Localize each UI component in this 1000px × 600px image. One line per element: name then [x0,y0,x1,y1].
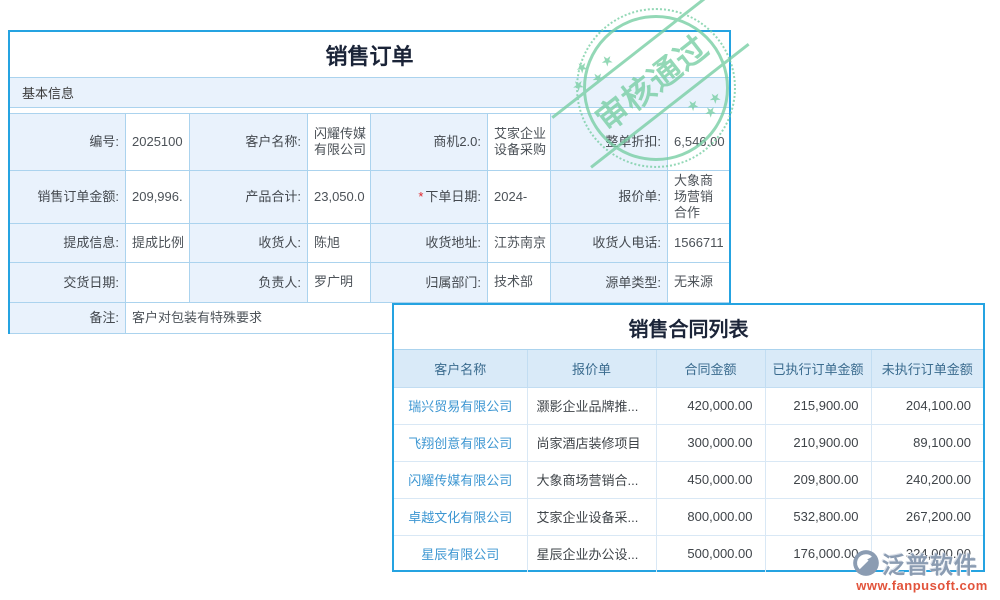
quote-cell: 大象商场营销合... [527,461,656,498]
field-value-commission-info: 提成比例 [126,224,190,263]
contract-amount-cell: 800,000.00 [656,498,765,535]
quote-cell: 灏影企业品牌推... [527,387,656,424]
fanpu-logo-text: 泛普软件 [882,546,978,580]
column-header-contract-amount: 合同金额 [656,350,765,387]
required-asterisk: * [418,189,423,205]
field-value-consignee-phone: 1566711 [668,224,729,263]
fanpu-logo-url: www.fanpusoft.com [852,578,992,593]
field-label-remark: 备注: [10,303,126,334]
field-value-delivery-date [126,263,190,303]
unexecuted-amount-cell: 267,200.00 [871,498,983,535]
field-value-order-discount: 6,546.00 [668,114,729,171]
field-label-delivery-address: 收货地址: [371,224,488,263]
field-label-order-amount: 销售订单金额: [10,171,126,224]
contract-amount-cell: 300,000.00 [656,424,765,461]
field-label-consignee: 收货人: [190,224,308,263]
contract-amount-cell: 450,000.00 [656,461,765,498]
field-value-opportunity: 艾家企业设备采购 [488,114,551,171]
field-value-product-total: 23,050.0 [308,171,371,224]
customer-link[interactable]: 闪耀传媒有限公司 [394,461,527,498]
unexecuted-amount-cell: 240,200.00 [871,461,983,498]
field-value-order-date: 2024- [488,171,551,224]
field-label-order-discount: 整单折扣: [551,114,668,171]
customer-link[interactable]: 星辰有限公司 [394,535,527,572]
sales-order-panel: 销售订单 基本信息 编号: 2025100 客户名称: 闪耀传媒有限公司 商机2… [8,30,731,334]
executed-amount-cell: 215,900.00 [765,387,871,424]
table-header-row: 客户名称 报价单 合同金额 已执行订单金额 未执行订单金额 [394,350,983,387]
field-label-order-date-text: 下单日期: [425,189,481,205]
field-value-customer-name: 闪耀传媒有限公司 [308,114,371,171]
customer-link[interactable]: 卓越文化有限公司 [394,498,527,535]
column-header-quote: 报价单 [527,350,656,387]
field-label-product-total: 产品合计: [190,171,308,224]
field-label-quotation: 报价单: [551,171,668,224]
field-label-opportunity: 商机2.0: [371,114,488,171]
table-row: 飞翔创意有限公司 尚家酒店装修项目 300,000.00 210,900.00 … [394,424,983,461]
field-label-order-date: * 下单日期: [371,171,488,224]
sales-order-form-grid: 编号: 2025100 客户名称: 闪耀传媒有限公司 商机2.0: 艾家企业设备… [10,113,729,334]
executed-amount-cell: 532,800.00 [765,498,871,535]
field-value-department: 技术部 [488,263,551,303]
field-label-department: 归属部门: [371,263,488,303]
table-row: 卓越文化有限公司 艾家企业设备采... 800,000.00 532,800.0… [394,498,983,535]
table-row: 闪耀传媒有限公司 大象商场营销合... 450,000.00 209,800.0… [394,461,983,498]
quote-cell: 星辰企业办公设... [527,535,656,572]
field-label-consignee-phone: 收货人电话: [551,224,668,263]
field-label-source-type: 源单类型: [551,263,668,303]
field-label-customer-name: 客户名称: [190,114,308,171]
column-header-executed-amount: 已执行订单金额 [765,350,871,387]
contract-table: 客户名称 报价单 合同金额 已执行订单金额 未执行订单金额 瑞兴贸易有限公司 灏… [394,350,983,572]
field-value-delivery-address: 江苏南京 [488,224,551,263]
field-value-order-amount: 209,996. [126,171,190,224]
unexecuted-amount-cell: 204,100.00 [871,387,983,424]
field-label-order-no: 编号: [10,114,126,171]
table-row: 瑞兴贸易有限公司 灏影企业品牌推... 420,000.00 215,900.0… [394,387,983,424]
fanpu-logo: 泛普软件 www.fanpusoft.com [852,546,992,593]
contract-amount-cell: 500,000.00 [656,535,765,572]
customer-link[interactable]: 飞翔创意有限公司 [394,424,527,461]
executed-amount-cell: 210,900.00 [765,424,871,461]
quote-cell: 尚家酒店装修项目 [527,424,656,461]
field-value-consignee: 陈旭 [308,224,371,263]
field-label-commission-info: 提成信息: [10,224,126,263]
field-value-quotation: 大象商场营销合作 [668,171,729,224]
contract-amount-cell: 420,000.00 [656,387,765,424]
fanpu-logo-icon [852,549,880,577]
executed-amount-cell: 209,800.00 [765,461,871,498]
basic-info-section-header: 基本信息 [10,78,729,108]
customer-link[interactable]: 瑞兴贸易有限公司 [394,387,527,424]
field-label-owner: 负责人: [190,263,308,303]
quote-cell: 艾家企业设备采... [527,498,656,535]
field-value-source-type: 无来源 [668,263,729,303]
field-value-order-no: 2025100 [126,114,190,171]
field-value-owner: 罗广明 [308,263,371,303]
contract-list-title: 销售合同列表 [394,305,983,350]
column-header-customer: 客户名称 [394,350,527,387]
unexecuted-amount-cell: 89,100.00 [871,424,983,461]
column-header-unexecuted-amount: 未执行订单金额 [871,350,983,387]
sales-contract-panel: 销售合同列表 客户名称 报价单 合同金额 已执行订单金额 未执行订单金额 瑞兴贸… [392,303,985,572]
sales-order-title: 销售订单 [10,32,729,78]
field-label-delivery-date: 交货日期: [10,263,126,303]
